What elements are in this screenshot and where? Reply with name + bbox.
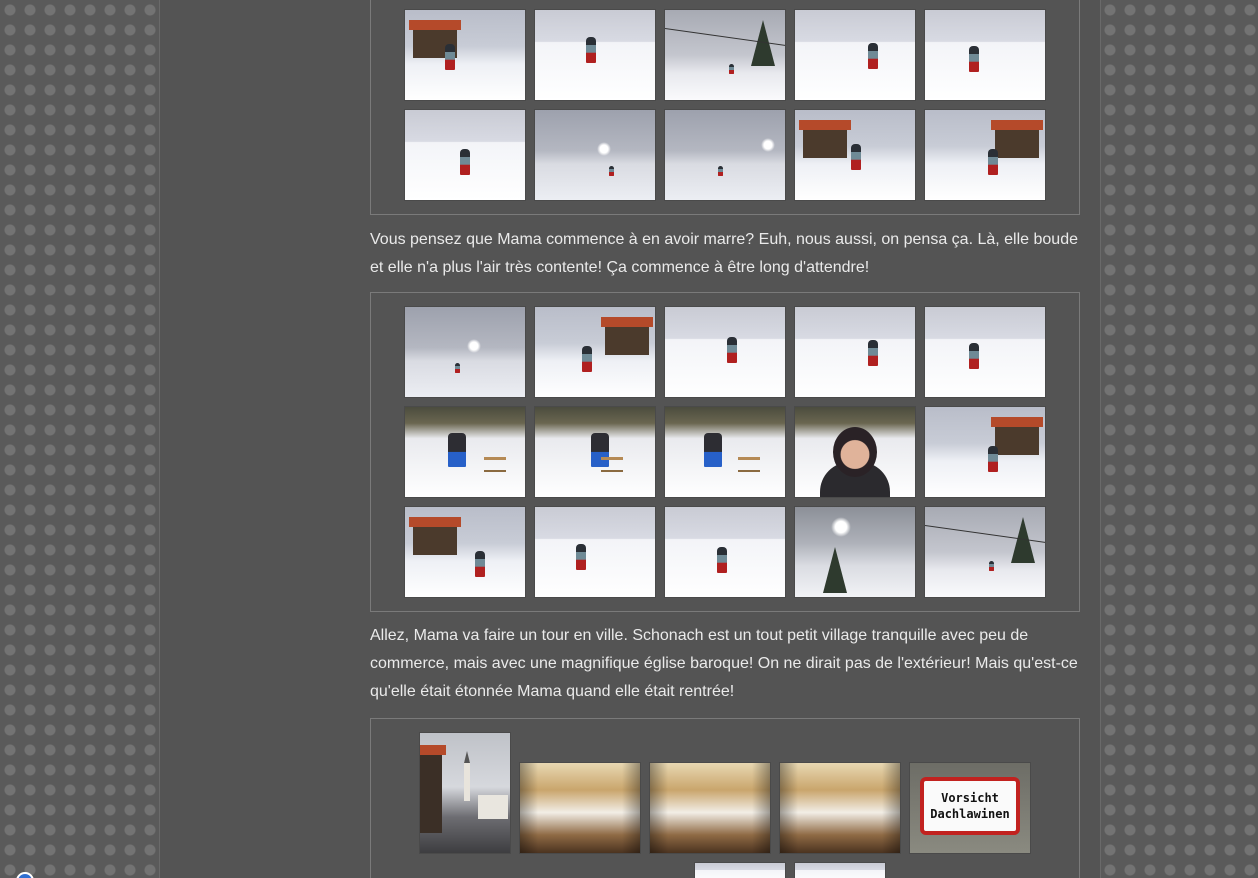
photo-fog-sun-2[interactable] xyxy=(665,110,785,200)
person-shape xyxy=(445,44,455,70)
person-shape xyxy=(609,166,614,176)
sun-shape xyxy=(761,138,775,152)
photo-church-street[interactable] xyxy=(420,733,510,853)
photo-chalet-skier[interactable] xyxy=(405,10,525,100)
sun-shape xyxy=(831,517,851,537)
paragraph-2: Allez, Mama va faire un tour en ville. S… xyxy=(370,627,1078,700)
person-shape xyxy=(868,43,878,69)
photo-sled-3[interactable] xyxy=(665,407,785,497)
photo-chalet-right[interactable] xyxy=(925,110,1045,200)
photo-skier-left[interactable] xyxy=(665,307,785,397)
photo-fog-sun[interactable] xyxy=(535,110,655,200)
photo-sled-1[interactable] xyxy=(405,407,525,497)
sun-shape xyxy=(597,142,611,156)
building-shape xyxy=(991,417,1043,455)
photo-skier-chalet-red[interactable] xyxy=(405,507,525,597)
photo-gallery-3: Vorsicht Dachlawinen xyxy=(370,718,1080,878)
photo-skier-village[interactable] xyxy=(925,407,1045,497)
photo-portrait-smile[interactable] xyxy=(795,407,915,497)
sledge-shape xyxy=(484,457,506,472)
warning-sign-plate: Vorsicht Dachlawinen xyxy=(920,777,1020,835)
photo-partial-2[interactable] xyxy=(795,863,885,878)
photo-fallen-skiers[interactable] xyxy=(665,507,785,597)
photo-gallery-1 xyxy=(370,0,1080,215)
sign-line-2: Dachlawinen xyxy=(930,807,1010,821)
person-shape xyxy=(969,46,979,72)
person-shape xyxy=(989,561,994,571)
person-shape xyxy=(717,547,727,573)
person-shape xyxy=(586,37,596,63)
photo-church-side[interactable] xyxy=(780,763,900,853)
person-shape xyxy=(582,346,592,372)
person-shape xyxy=(460,149,470,175)
photo-skier-right[interactable] xyxy=(925,307,1045,397)
photo-partial-1[interactable] xyxy=(695,863,785,878)
page-column: Vous pensez que Mama commence à en avoir… xyxy=(159,0,1101,878)
photo-sled-2[interactable] xyxy=(535,407,655,497)
building-shape xyxy=(991,120,1043,158)
face-shape xyxy=(833,427,877,477)
photo-sledding-down[interactable] xyxy=(535,507,655,597)
photo-church-nave[interactable] xyxy=(520,763,640,853)
photo-skier-mid[interactable] xyxy=(795,307,915,397)
person-shape xyxy=(969,343,979,369)
photo-warning-sign[interactable]: Vorsicht Dachlawinen xyxy=(910,763,1030,853)
person-shape xyxy=(727,337,737,363)
photo-skier-close[interactable] xyxy=(405,110,525,200)
photo-skier-poles[interactable] xyxy=(925,10,1045,100)
person-shape xyxy=(729,64,734,74)
sledge-shape xyxy=(601,457,623,472)
sledge-shape xyxy=(738,457,760,472)
person-shape xyxy=(448,433,466,467)
person-shape xyxy=(988,149,998,175)
photo-man-chalet[interactable] xyxy=(535,307,655,397)
person-shape xyxy=(475,551,485,577)
person-shape xyxy=(988,446,998,472)
person-shape xyxy=(704,433,722,467)
photo-skier-hill[interactable] xyxy=(535,10,655,100)
photo-church-altar[interactable] xyxy=(650,763,770,853)
person-shape xyxy=(868,340,878,366)
person-shape xyxy=(576,544,586,570)
sun-shape xyxy=(467,339,481,353)
person-shape xyxy=(455,363,460,373)
building-shape xyxy=(799,120,851,158)
floating-avatar-icon[interactable] xyxy=(16,872,34,878)
photo-sun-tree[interactable] xyxy=(795,507,915,597)
pine-shape xyxy=(823,547,847,593)
person-shape xyxy=(718,166,723,176)
photo-fog-slope[interactable] xyxy=(405,307,525,397)
sign-line-1: Vorsicht xyxy=(941,791,999,805)
photo-skier-bent[interactable] xyxy=(795,10,915,100)
photo-village-orange[interactable] xyxy=(795,110,915,200)
person-shape xyxy=(851,144,861,170)
building-shape xyxy=(601,317,653,355)
photo-chairlift[interactable] xyxy=(925,507,1045,597)
photo-gallery-2 xyxy=(370,292,1080,612)
paragraph-1: Vous pensez que Mama commence à en avoir… xyxy=(370,231,1078,276)
photo-lift-pine[interactable] xyxy=(665,10,785,100)
building-shape xyxy=(409,517,461,555)
